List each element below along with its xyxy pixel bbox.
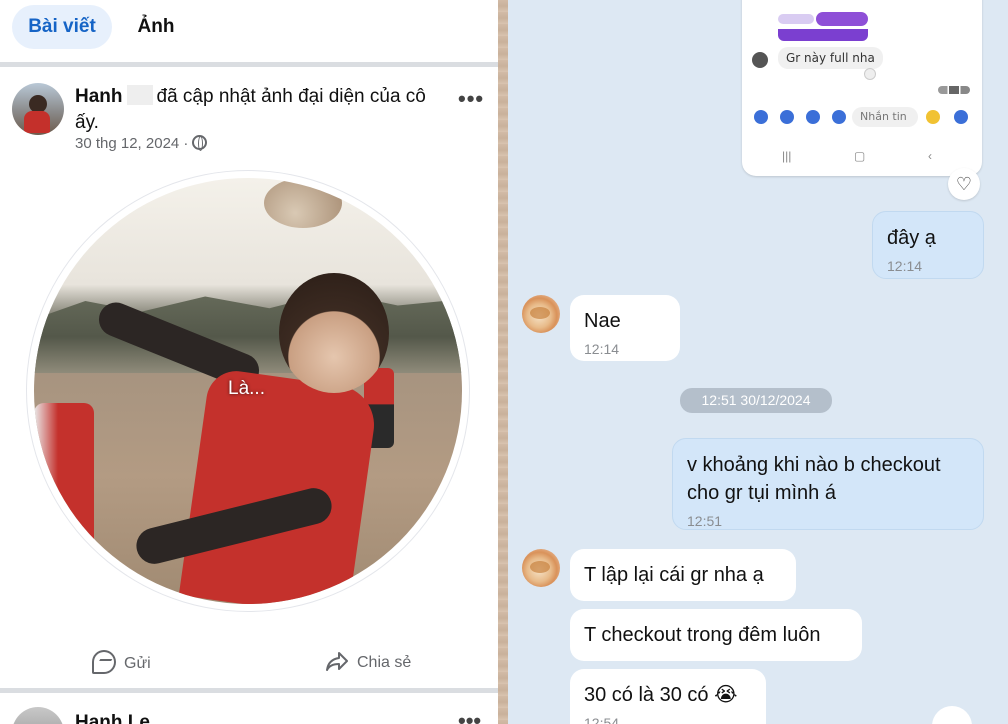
- name-redaction: [126, 85, 153, 105]
- message-text: đây ạ: [887, 227, 936, 249]
- post-date-text: 30 thg 12, 2024 ·: [75, 135, 189, 152]
- message-text: T lập lại cái gr nha ạ: [584, 564, 764, 586]
- post-date[interactable]: 30 thg 12, 2024 ·: [75, 135, 208, 152]
- next-post-author[interactable]: Hanh Le: [75, 712, 150, 724]
- screenshot-purple-bar: [778, 29, 868, 41]
- screenshot-bubble: Gr này full nha: [778, 47, 883, 69]
- next-more-options-icon[interactable]: •••: [458, 708, 481, 724]
- collage-divider: [498, 0, 508, 724]
- screenshot-seen-avatars: [938, 86, 970, 94]
- avatar-shirt: [24, 111, 50, 133]
- message-time: 12:51: [687, 513, 723, 529]
- post-header: Hanh đã cập nhật ảnh đại diện của cô ấy.: [75, 84, 445, 136]
- send-button[interactable]: Gửi: [92, 650, 151, 676]
- message-bubble[interactable]: đây ạ 12:14: [872, 211, 984, 279]
- screenshot-mic-icon: [832, 110, 846, 124]
- section-divider-bottom: [0, 688, 498, 693]
- message-time: 12:14: [887, 258, 923, 274]
- message-text: Nae: [584, 310, 621, 332]
- screenshot-image-icon: [806, 110, 820, 124]
- section-divider: [0, 62, 498, 67]
- message-bubble[interactable]: T checkout trong đêm luôn: [570, 609, 862, 661]
- reaction-badge[interactable]: [932, 706, 972, 724]
- message-time: 12:54: [584, 715, 620, 724]
- photo-red-vest: [178, 367, 380, 604]
- photo-head: [279, 273, 389, 393]
- nav-home-icon: ▢: [854, 149, 866, 163]
- share-icon: [326, 652, 348, 671]
- nav-recent-icon: |||: [782, 149, 792, 163]
- share-button[interactable]: Chia sẻ: [325, 650, 411, 676]
- more-options-icon[interactable]: •••: [458, 86, 484, 112]
- screenshot-input: Nhắn tin: [852, 107, 918, 127]
- photo-caption: Là...: [228, 378, 265, 399]
- screenshot-tag-purple: [816, 12, 868, 26]
- message-text: 30 có là 30 có 😭: [584, 684, 738, 706]
- date-separator: 12:51 30/12/2024: [680, 388, 832, 413]
- message-text: T checkout trong đêm luôn: [584, 624, 821, 646]
- nav-back-icon: ‹: [927, 149, 932, 163]
- screenshot-plus-icon: [754, 110, 768, 124]
- message-bubble[interactable]: Nae 12:14: [570, 295, 680, 361]
- screenshot-camera-icon: [780, 110, 794, 124]
- author-avatar[interactable]: [12, 83, 64, 135]
- message-bubble[interactable]: 30 có là 30 có 😭 12:54: [570, 669, 766, 724]
- author-name[interactable]: Hanh: [75, 86, 123, 107]
- chat-panel: Gr này full nha Nhắn tin ||| ▢ ‹ ♡ đây ạ…: [508, 0, 1008, 724]
- messenger-icon: [92, 650, 116, 674]
- screenshot-like-icon: [954, 110, 968, 124]
- screenshot-avatar: [752, 52, 768, 68]
- message-text: v khoảng khi nào b checkout cho gr tụi m…: [687, 454, 941, 504]
- message-time: 12:14: [584, 341, 620, 357]
- photo-ball: [264, 178, 342, 228]
- photo-side-person: [34, 403, 94, 553]
- tab-photos[interactable]: Ảnh: [118, 5, 194, 49]
- heart-reaction-icon[interactable]: ♡: [948, 168, 980, 200]
- globe-icon: [192, 135, 208, 151]
- share-label: Chia sẻ: [357, 654, 412, 671]
- message-bubble[interactable]: T lập lại cái gr nha ạ: [570, 549, 796, 601]
- contact-avatar[interactable]: [522, 295, 560, 333]
- profile-tabs: Bài viết Ảnh: [0, 0, 498, 62]
- facebook-post-panel: Bài viết Ảnh Hanh đã cập nhật ảnh đại diệ…: [0, 0, 498, 724]
- screenshot-tag-light: [778, 14, 814, 24]
- send-label: Gửi: [124, 655, 151, 672]
- contact-avatar[interactable]: [522, 549, 560, 587]
- screenshot-emoji-icon: [926, 110, 940, 124]
- next-post-avatar[interactable]: [12, 707, 64, 724]
- screenshot-reaction-icon: [864, 68, 876, 80]
- shared-screenshot[interactable]: Gr này full nha Nhắn tin ||| ▢ ‹: [742, 0, 982, 176]
- screenshot-nav-bar: ||| ▢ ‹: [782, 149, 932, 163]
- message-bubble[interactable]: v khoảng khi nào b checkout cho gr tụi m…: [672, 438, 984, 530]
- tab-posts[interactable]: Bài viết: [12, 5, 112, 49]
